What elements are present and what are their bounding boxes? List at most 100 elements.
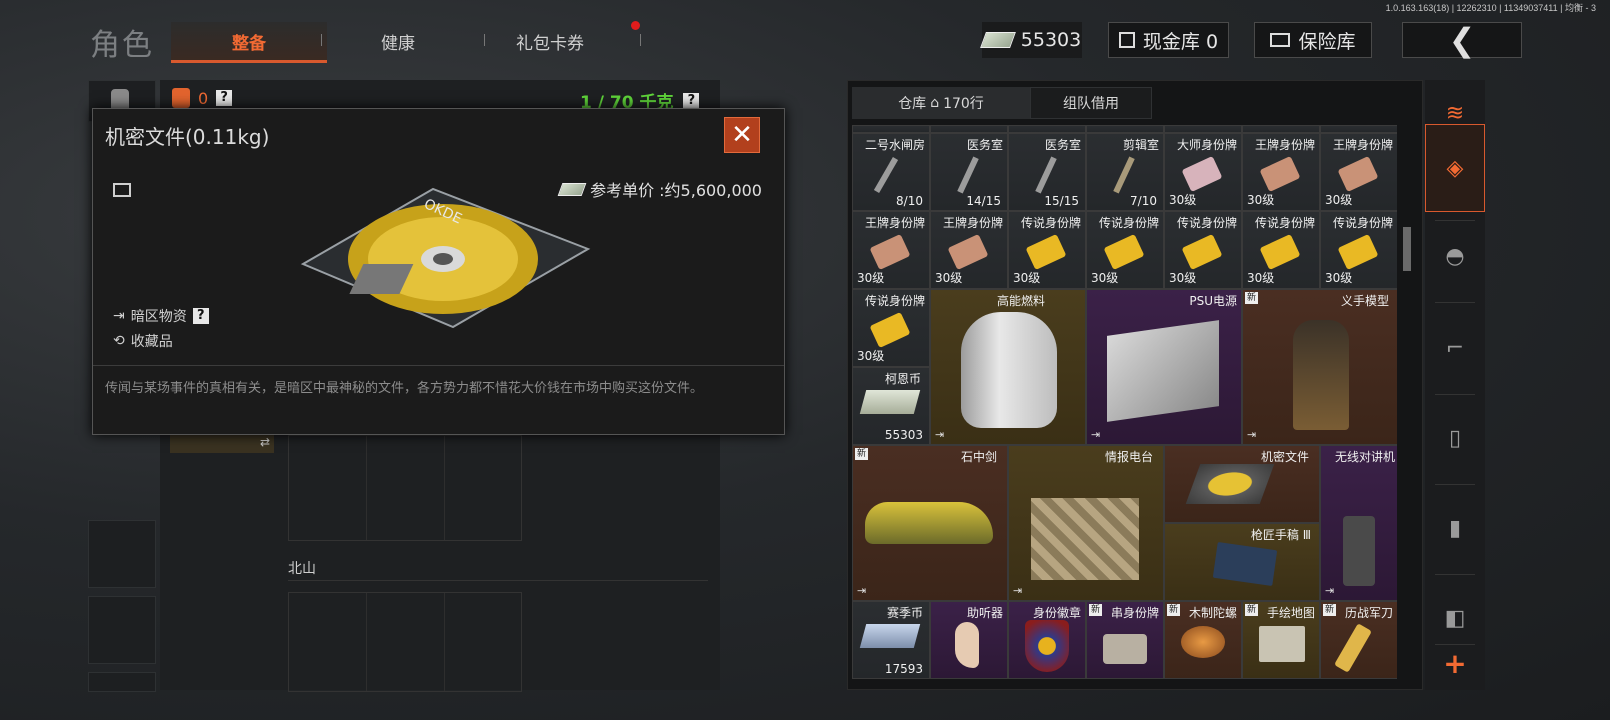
category-magazine[interactable]: ▯ [1425,405,1485,471]
divider [1435,394,1475,395]
gold-tag-icon [1181,233,1223,271]
grid-cell[interactable] [1008,125,1086,133]
item-cell[interactable]: 王牌身份牌 30级 [1242,133,1320,211]
item-name: 枪匠手稿 Ⅲ [1250,528,1311,542]
divider [1435,302,1475,303]
item-name: 身份徽章 [1032,606,1081,620]
item-name: 手绘地图 [1266,606,1315,620]
item-cell[interactable]: 身份徽章 [1008,601,1086,679]
category-all[interactable]: ◈ [1425,124,1485,212]
item-cell[interactable]: 新 手绘地图 [1242,601,1320,679]
manuscript-icon [1212,542,1278,586]
item-name: 木制陀螺 [1188,606,1237,620]
grid-cell[interactable] [1320,125,1397,133]
item-cell[interactable]: 传说身份牌 30级 [1008,211,1086,289]
item-level: 30级 [1325,271,1353,285]
grid-cell[interactable] [1164,125,1242,133]
category-ammo[interactable]: ▮ [1425,495,1485,561]
item-cell[interactable]: 柯恩币 55303 [852,367,930,445]
equipment-slot[interactable] [88,672,156,692]
item-cell[interactable]: 王牌身份牌 30级 [1320,133,1397,211]
equipment-slot[interactable] [88,520,156,588]
tag-dark-zone: ⇥ 暗区物资 ? [113,306,209,326]
item-image: OKDE [293,179,593,329]
category-helmet[interactable]: ◓ [1425,223,1485,289]
tag-icon [1337,155,1379,193]
item-slot-strip[interactable]: ⇄ [170,435,274,453]
item-cell[interactable]: 传说身份牌 30级 [1320,211,1397,289]
exit-icon: ⇥ [857,584,867,597]
grid-cell[interactable] [852,125,930,133]
help-icon[interactable]: ? [192,308,209,324]
item-cell[interactable]: 机密文件 [1164,445,1320,523]
item-name: 传说身份牌 [1020,216,1081,230]
item-cell[interactable]: 助听器 [930,601,1008,679]
item-cell[interactable]: 传说身份牌 30级 [1086,211,1164,289]
map-icon [1259,626,1305,662]
exit-icon: ⇥ [113,308,125,324]
item-name: 传说身份牌 [1254,216,1315,230]
item-cell[interactable]: 赛季币 17593 [852,601,930,679]
key-icon [1035,156,1057,194]
item-cell[interactable]: 新 木制陀螺 [1164,601,1242,679]
item-name: 机密文件 [1260,450,1309,464]
item-cell[interactable]: 情报电台 ⇥ [1008,445,1164,601]
new-badge: 新 [1245,604,1259,616]
item-cell[interactable]: 高能燃料 ⇥ [930,289,1086,445]
new-badge: 新 [1167,604,1181,616]
item-cell[interactable]: 大师身份牌 30级 [1164,133,1242,211]
item-cell[interactable]: 医务室 14/15 [930,133,1008,211]
tab-team-borrow[interactable]: 组队借用 [1030,87,1152,119]
tab-divider [640,34,641,46]
close-button[interactable]: ✕ [724,117,760,153]
new-badge: 新 [1323,604,1337,616]
container-grid[interactable] [288,592,522,692]
share-icon[interactable] [113,183,131,197]
tab-storage[interactable]: 仓库 ⌂ 170行 [852,87,1030,119]
add-category-button[interactable]: + [1425,636,1485,690]
item-cell[interactable]: 医务室 15/15 [1008,133,1086,211]
item-level: 30级 [1091,271,1119,285]
back-button[interactable]: ❮ [1402,21,1522,59]
item-cell[interactable]: 枪匠手稿 Ⅲ [1164,523,1320,601]
grid-cell[interactable] [1242,125,1320,133]
cash-vault-button[interactable]: 现金库 0 [1108,22,1229,58]
item-cell[interactable]: PSU电源 ⇥ [1086,289,1242,445]
item-durability: 14/15 [966,194,1001,208]
item-name: 情报电台 [1104,450,1153,464]
tab-gift-cards[interactable]: 礼包卡券 [472,22,628,60]
item-level: 30级 [1247,193,1275,207]
item-cell[interactable]: 传说身份牌 30级 [1242,211,1320,289]
safe-button[interactable]: 保险库 [1254,22,1372,58]
help-icon[interactable]: ? [216,90,233,106]
item-cell[interactable]: 传说身份牌 30级 [1164,211,1242,289]
item-cell[interactable]: 无线对讲机 ⇥ [1320,445,1397,601]
close-icon: ✕ [731,120,753,150]
item-name: 王牌身份牌 [1254,138,1315,152]
container-grid[interactable] [288,435,522,541]
category-weapon[interactable]: ⌐ [1425,315,1485,381]
item-cell[interactable]: 王牌身份牌 30级 [930,211,1008,289]
item-cell[interactable]: 新 历战军刀 [1320,601,1397,679]
help-icon[interactable]: ? [683,92,700,109]
item-cell[interactable]: 二号水闸房 8/10 [852,133,930,211]
item-cell[interactable]: 新 串身份牌 [1086,601,1164,679]
item-name: 传说身份牌 [1098,216,1159,230]
walkie-talkie-icon [1343,516,1375,586]
item-name: 王牌身份牌 [942,216,1003,230]
tab-prepare[interactable]: 整备 [171,22,327,63]
scrollbar-thumb[interactable] [1403,227,1411,271]
item-cell[interactable]: 剪辑室 7/10 [1086,133,1164,211]
tab-health[interactable]: 健康 [320,22,476,60]
tag-icon [947,233,989,271]
disc-icon: OKDE [300,187,591,329]
item-name: 王牌身份牌 [1332,138,1393,152]
grid-cell[interactable] [930,125,1008,133]
grid-cell[interactable] [1086,125,1164,133]
item-cell[interactable]: 王牌身份牌 30级 [852,211,930,289]
swap-icon: ⇄ [259,435,270,449]
equipment-slot[interactable] [88,596,156,664]
item-cell[interactable]: 传说身份牌 30级 [852,289,930,367]
item-cell[interactable]: 新 义手模型 ⇥ [1242,289,1397,445]
item-cell[interactable]: 新 石中剑 ⇥ [852,445,1008,601]
